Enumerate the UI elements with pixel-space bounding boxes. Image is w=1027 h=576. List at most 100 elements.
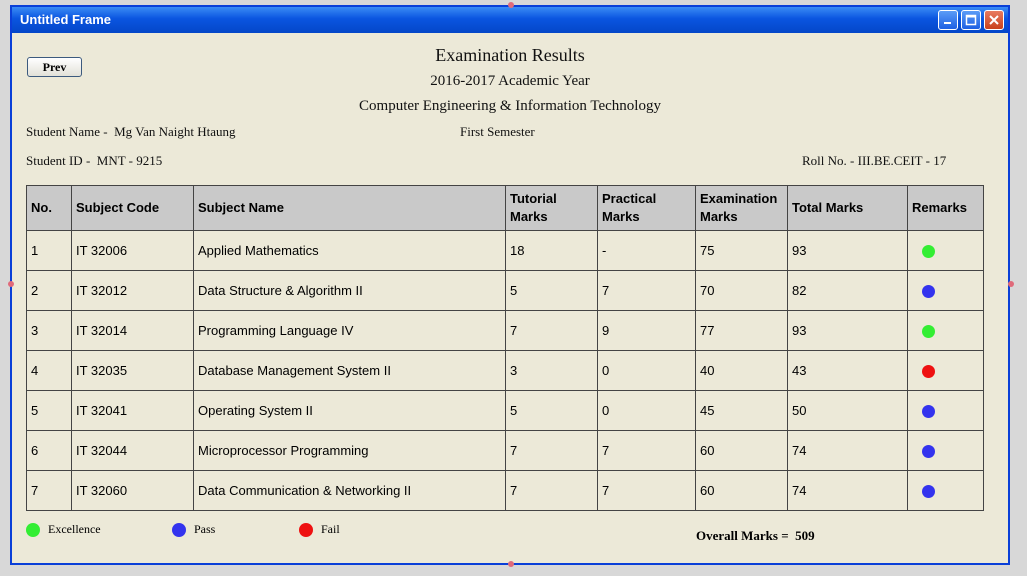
cell-examination-marks: 75: [695, 230, 788, 271]
semester: First Semester: [460, 124, 535, 139]
cell-tutorial-marks: 5: [505, 390, 598, 431]
close-icon: [989, 15, 999, 25]
cell-no: 3: [26, 310, 72, 351]
minimize-icon: [944, 22, 951, 24]
results-table: No. Subject Code Subject Name Tutorial Ma…: [26, 185, 984, 511]
overall-marks-value: 509: [795, 528, 815, 543]
table-row: 2 IT 32012 Data Structure & Algorithm II 5 7…: [26, 270, 984, 311]
remark-fail-dot-icon: [922, 365, 935, 379]
remark-pass-dot-icon: [922, 445, 935, 459]
cell-practical-marks: 7: [597, 470, 696, 511]
department: Computer Engineering & Information Techn…: [359, 98, 661, 114]
cell-subject-name: Programming Language IV: [193, 310, 506, 351]
legend-pass-dot-icon: [172, 522, 186, 537]
cell-examination-marks: 70: [695, 270, 788, 311]
legend-fail-label: Fail: [321, 522, 340, 536]
student-name-label: Student Name -: [26, 124, 108, 139]
student-id: MNT - 9215: [96, 153, 163, 168]
cell-tutorial-marks: 18: [505, 230, 598, 271]
cell-practical-marks: 0: [597, 390, 696, 431]
legend-excellence: Excellence: [26, 522, 101, 537]
cell-subject-name: Database Management System II: [193, 350, 506, 391]
cell-total-marks: 50: [787, 390, 908, 431]
remark-excellence-dot-icon: [922, 245, 935, 259]
table-row: 3 IT 32014 Programming Language IV 7 9 77 93: [26, 310, 984, 351]
cell-examination-marks: 60: [695, 470, 788, 511]
header-no: No.: [26, 185, 72, 231]
cell-remarks: [907, 270, 984, 311]
cell-subject-name: Applied Mathematics: [193, 230, 506, 271]
cell-remarks: [907, 350, 984, 391]
cell-subject-name: Data Communication & Networking II: [193, 470, 506, 511]
cell-no: 4: [26, 350, 72, 391]
cell-subject-name: Microprocessor Programming: [193, 430, 506, 471]
resize-handle-bottom[interactable]: [508, 561, 514, 567]
cell-subject-code: IT 32060: [71, 470, 194, 511]
cell-subject-code: IT 32014: [71, 310, 194, 351]
table-row: 6 IT 32044 Microprocessor Programming 7 7 60 7…: [26, 430, 984, 471]
cell-practical-marks: 7: [597, 430, 696, 471]
remark-pass-dot-icon: [922, 485, 935, 499]
app-window: Untitled Frame Prev Examination Results …: [10, 5, 1010, 565]
overall-marks-label: Overall Marks =: [696, 528, 789, 543]
cell-remarks: [907, 470, 984, 511]
cell-total-marks: 93: [787, 230, 908, 271]
resize-handle-left[interactable]: [8, 281, 14, 287]
student-id-row: Student ID - MNT - 9215: [26, 153, 162, 169]
maximize-icon: [965, 14, 977, 26]
legend-pass-label: Pass: [194, 522, 216, 536]
cell-practical-marks: 9: [597, 310, 696, 351]
cell-practical-marks: 0: [597, 350, 696, 391]
cell-subject-code: IT 32041: [71, 390, 194, 431]
roll-no: III.BE.CEIT - 17: [857, 153, 947, 168]
overall-marks: Overall Marks = 509: [696, 528, 815, 544]
cell-no: 7: [26, 470, 72, 511]
resize-handle-right[interactable]: [1008, 281, 1014, 287]
window-title: Untitled Frame: [20, 12, 112, 27]
cell-no: 1: [26, 230, 72, 271]
cell-total-marks: 74: [787, 430, 908, 471]
cell-no: 2: [26, 270, 72, 311]
cell-total-marks: 82: [787, 270, 908, 311]
student-name-row: Student Name - Mg Van Naight Htaung: [26, 124, 236, 140]
academic-year: 2016-2017 Academic Year: [430, 73, 590, 89]
header-tutorial-marks: Tutorial Marks: [505, 185, 598, 231]
table-row: 1 IT 32006 Applied Mathematics 18-75 93: [26, 230, 984, 271]
cell-practical-marks: 7: [597, 270, 696, 311]
cell-remarks: [907, 390, 984, 431]
header-examination-marks: Examination Marks: [695, 185, 788, 231]
cell-tutorial-marks: 7: [505, 470, 598, 511]
header-subject-name: Subject Name: [193, 185, 506, 231]
cell-tutorial-marks: 7: [505, 430, 598, 471]
cell-remarks: [907, 430, 984, 471]
cell-tutorial-marks: 7: [505, 310, 598, 351]
table-header-row: No. Subject Code Subject Name Tutorial Ma…: [26, 185, 984, 231]
cell-tutorial-marks: 3: [505, 350, 598, 391]
cell-examination-marks: 77: [695, 310, 788, 351]
legend-pass: Pass: [172, 522, 215, 537]
cell-subject-code: IT 32035: [71, 350, 194, 391]
cell-subject-name: Data Structure & Algorithm II: [193, 270, 506, 311]
close-button[interactable]: [984, 10, 1004, 30]
legend-excellence-dot-icon: [26, 522, 40, 537]
resize-handle-top[interactable]: [508, 2, 514, 8]
maximize-button[interactable]: [961, 10, 981, 30]
table-row: 7 IT 32060 Data Communication & Networking…: [26, 470, 984, 511]
table-row: 5 IT 32041 Operating System II 5 0 45 50: [26, 390, 984, 431]
title-bar[interactable]: Untitled Frame: [12, 7, 1008, 33]
cell-no: 6: [26, 430, 72, 471]
remark-excellence-dot-icon: [922, 325, 935, 339]
cell-subject-code: IT 32006: [71, 230, 194, 271]
legend-excellence-label: Excellence: [48, 522, 101, 536]
cell-tutorial-marks: 5: [505, 270, 598, 311]
cell-subject-code: IT 32012: [71, 270, 194, 311]
cell-total-marks: 43: [787, 350, 908, 391]
legend-fail-dot-icon: [299, 522, 313, 537]
cell-practical-marks: -: [597, 230, 696, 271]
student-name: Mg Van Naight Htaung: [114, 124, 236, 139]
cell-examination-marks: 60: [695, 430, 788, 471]
student-id-label: Student ID -: [26, 153, 91, 168]
header-practical-marks: Practical Marks: [597, 185, 696, 231]
minimize-button[interactable]: [938, 10, 958, 30]
cell-total-marks: 74: [787, 470, 908, 511]
